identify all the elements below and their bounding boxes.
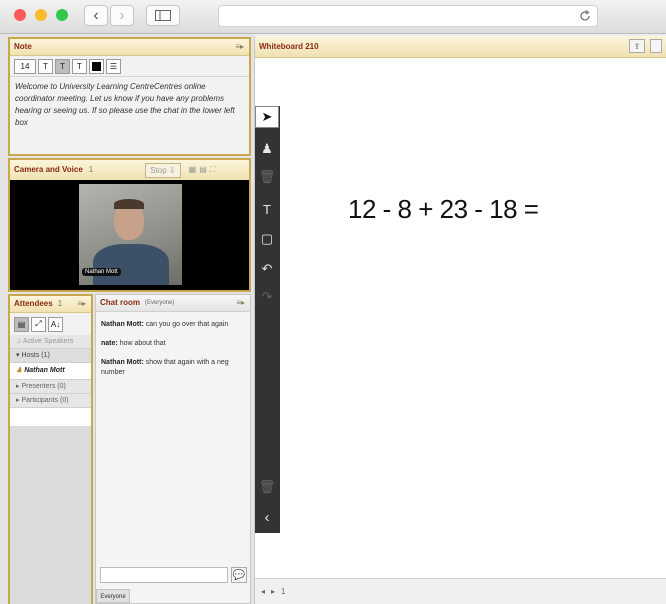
presenters-label: Presenters (0) — [21, 383, 66, 390]
send-message-button[interactable]: 💬 — [231, 567, 247, 583]
chat-input[interactable] — [100, 567, 228, 583]
text-tool-icon[interactable]: T — [255, 198, 279, 220]
chevron-left-icon: ‹ — [93, 6, 99, 24]
chat-panel: Chat room (Everyone) ≡▸ Nathan Mott: can… — [95, 294, 251, 604]
panel-menu-icon[interactable]: ≡▸ — [236, 295, 245, 311]
underline-icon[interactable]: T — [72, 58, 87, 74]
active-speakers-label: Active Speakers — [22, 338, 74, 345]
chat-scope: (Everyone) — [145, 300, 175, 306]
redo-icon[interactable]: ↷ — [255, 286, 279, 308]
minimize-window-button[interactable] — [35, 9, 47, 21]
clear-icon[interactable]: 🗑 — [255, 476, 279, 498]
chat-message: Nathan Mott: can you go over that again — [101, 320, 245, 330]
stop-button[interactable]: Stop ⇩ — [145, 162, 181, 178]
delete-icon[interactable]: 🗑 — [255, 166, 279, 188]
host-icon: ♟ — [16, 367, 25, 374]
note-panel-header: Note ≡▸ — [10, 39, 249, 56]
sort-icon[interactable]: A↓ — [48, 316, 63, 332]
panel-menu-icon[interactable]: ≡▸ — [235, 39, 244, 55]
previous-page-icon[interactable]: ◂ — [261, 587, 265, 596]
chat-messages: Nathan Mott: can you go over that again … — [96, 312, 250, 378]
chat-sender: nate: — [101, 340, 118, 347]
whiteboard-share-button[interactable]: ⇪ — [629, 39, 645, 53]
attendees-panel-header: Attendees 1 ≡▸ — [10, 296, 91, 313]
chat-panel-header: Chat room (Everyone) ≡▸ — [96, 295, 250, 312]
active-speakers-row[interactable]: ♫ Active Speakers — [10, 335, 91, 349]
stop-label: Stop — [150, 165, 167, 175]
forward-button[interactable]: › — [110, 5, 134, 26]
zoom-window-button[interactable] — [56, 9, 68, 21]
whiteboard-expression: 12 - 8 + 23 - 18 = — [348, 194, 539, 224]
chat-text: how about that — [119, 340, 166, 347]
person-hair — [114, 199, 144, 209]
note-text[interactable]: Welcome to University Learning CentreCen… — [10, 77, 249, 133]
chat-sender: Nathan Mott: — [101, 359, 144, 366]
next-page-icon[interactable]: ▸ — [271, 587, 275, 596]
attendees-count: 1 — [57, 299, 63, 308]
attendees-title: Attendees — [14, 299, 53, 308]
whiteboard-menu-button[interactable] — [650, 39, 662, 53]
camera-panel-header: Camera and Voice 1 Stop ⇩ ▦▤⛶ — [10, 160, 249, 181]
text-color-icon[interactable] — [89, 58, 104, 74]
chat-sender: Nathan Mott: — [101, 321, 144, 328]
chat-title: Chat room — [100, 298, 140, 307]
speaker-icon: ♫ — [16, 338, 23, 345]
attendees-toolbar: ▤ ⤢ A↓ — [10, 313, 91, 335]
page-number: 1 — [281, 587, 286, 596]
shape-icon[interactable]: ▢ — [255, 228, 279, 250]
panel-menu-icon[interactable]: ≡▸ — [77, 296, 86, 312]
attendee-name: Nathan Mott — [24, 367, 65, 374]
whiteboard-toolbar: ➤ ♟ 🗑 T ▢ ↶ ↷ 🗑 ‹ — [255, 106, 280, 533]
sidebar-toggle-button[interactable] — [146, 5, 180, 26]
participants-group[interactable]: ▸ Participants (0) — [10, 394, 91, 408]
whiteboard-header: Whiteboard 210 ⇪ — [255, 36, 666, 58]
whiteboard-panel: Whiteboard 210 ⇪ ➤ ♟ 🗑 T ▢ ↶ ↷ 🗑 ‹ 12 - … — [254, 36, 666, 604]
webcam-feed: Nathan Mott — [79, 184, 182, 285]
chat-text: can you go over that again — [145, 321, 229, 328]
undo-icon[interactable]: ↶ — [255, 258, 279, 280]
sidebar-icon — [155, 10, 171, 21]
reload-icon[interactable] — [579, 10, 591, 22]
list-view-icon[interactable]: ▤ — [14, 316, 29, 332]
tab-everyone[interactable]: Everyone — [96, 589, 130, 603]
address-bar[interactable] — [218, 5, 598, 27]
note-title: Note — [14, 42, 32, 51]
video-area: Nathan Mott — [10, 180, 249, 290]
speech-bubble-icon: 💬 — [232, 569, 246, 581]
hosts-group[interactable]: ▾ Hosts (1) — [10, 349, 91, 363]
speaker-name-tag: Nathan Mott — [82, 268, 121, 276]
chat-message: nate: how about that — [101, 339, 245, 349]
back-button[interactable]: ‹ — [84, 5, 108, 26]
select-arrow-icon[interactable]: ➤ — [255, 106, 279, 128]
participants-label: Participants (0) — [21, 397, 69, 404]
attendees-empty-area — [10, 426, 91, 604]
attendee-row[interactable]: ♟ Nathan Mott — [10, 363, 91, 380]
bold-icon[interactable]: T — [38, 58, 53, 74]
camera-title: Camera and Voice — [14, 165, 83, 174]
camera-voice-panel: Camera and Voice 1 Stop ⇩ ▦▤⛶ Nathan Mot… — [8, 158, 251, 292]
note-toolbar: 14 T T T ☰ — [10, 56, 249, 77]
font-size-value: 14 — [20, 61, 30, 71]
collapse-toolbar-icon[interactable]: ‹ — [255, 506, 279, 528]
font-size-select[interactable]: 14 — [14, 58, 36, 74]
chat-message: Nathan Mott: show that again with a neg … — [101, 358, 245, 378]
browser-toolbar: ‹ › — [0, 0, 666, 34]
italic-icon[interactable]: T — [55, 58, 70, 74]
camera-count: 1 — [88, 165, 94, 174]
chevron-right-icon: › — [119, 6, 125, 24]
whiteboard-page-bar: ◂ ▸ 1 — [255, 578, 666, 604]
whiteboard-title: Whiteboard 210 — [259, 41, 319, 51]
presenters-group[interactable]: ▸ Presenters (0) — [10, 380, 91, 394]
layout-icons[interactable]: ▦▤⛶ — [189, 162, 219, 178]
close-window-button[interactable] — [14, 9, 26, 21]
list-icon[interactable]: ☰ — [106, 58, 121, 74]
note-panel: Note ≡▸ 14 T T T ☰ Welcome to University … — [8, 37, 251, 156]
person-shirt — [93, 244, 169, 285]
expand-icon[interactable]: ⤢ — [31, 316, 46, 332]
hosts-label: Hosts (1) — [21, 352, 50, 359]
marker-icon[interactable]: ♟ — [255, 138, 279, 160]
